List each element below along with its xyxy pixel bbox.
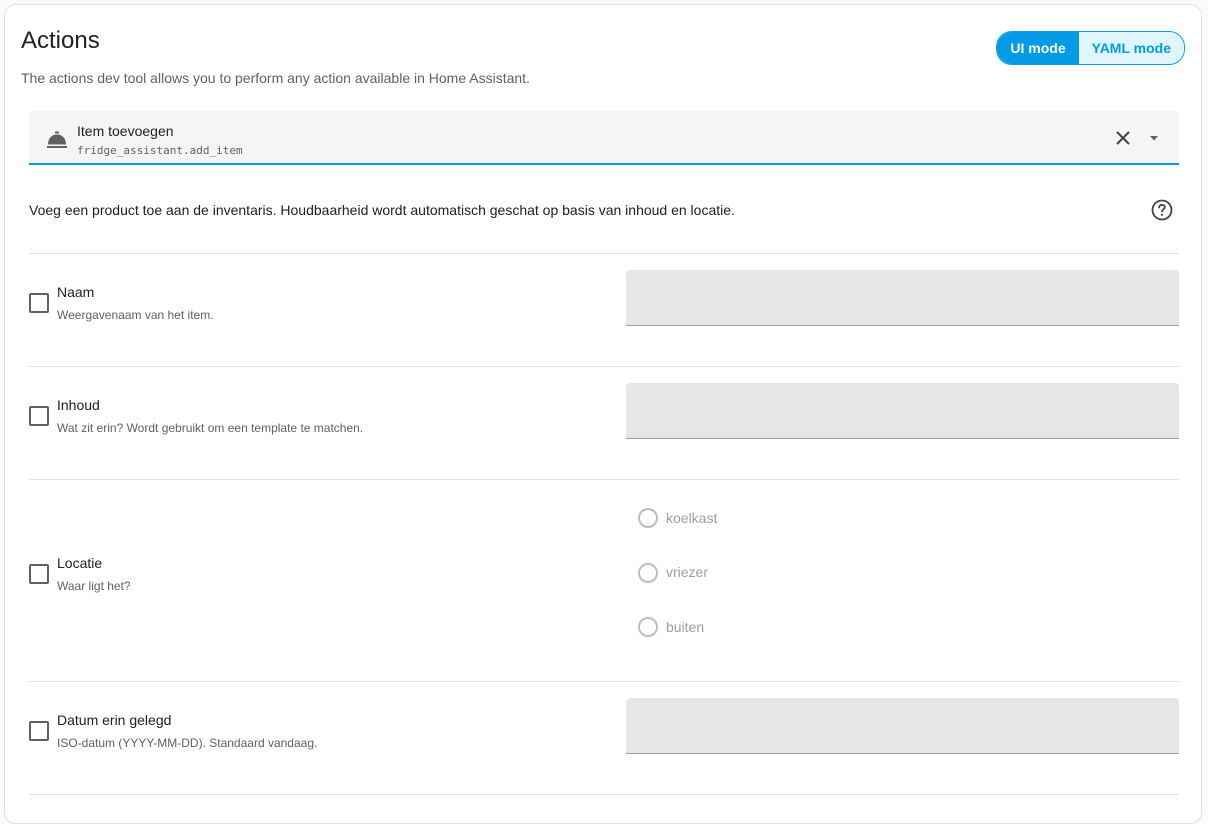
inhoud-checkbox[interactable] bbox=[29, 406, 49, 426]
radio-buiten[interactable] bbox=[638, 617, 658, 637]
radio-label-vriezer: vriezer bbox=[666, 564, 709, 580]
divider bbox=[29, 681, 1179, 682]
locatie-help: Waar ligt het? bbox=[57, 579, 131, 593]
room-service-icon bbox=[47, 131, 67, 148]
naam-help: Weergavenaam van het item. bbox=[57, 308, 214, 322]
naam-input[interactable] bbox=[626, 270, 1179, 326]
datum-input[interactable] bbox=[626, 698, 1179, 754]
naam-checkbox[interactable] bbox=[29, 293, 49, 313]
mode-toggle: UI mode YAML mode bbox=[996, 31, 1185, 65]
datum-help: ISO-datum (YYYY-MM-DD). Standaard vandaa… bbox=[57, 736, 318, 750]
action-name: Item toevoegen bbox=[77, 123, 174, 139]
close-icon[interactable] bbox=[1113, 128, 1133, 148]
divider bbox=[29, 366, 1179, 367]
datum-checkbox[interactable] bbox=[29, 721, 49, 741]
inhoud-label: Inhoud bbox=[57, 397, 100, 413]
yaml-mode-button[interactable]: YAML mode bbox=[1078, 32, 1184, 64]
page-subtitle: The actions dev tool allows you to perfo… bbox=[21, 70, 530, 86]
radio-koelkast[interactable] bbox=[638, 508, 658, 528]
page-title: Actions bbox=[21, 27, 100, 54]
caret-down-icon[interactable] bbox=[1147, 131, 1161, 145]
radio-vriezer[interactable] bbox=[638, 563, 658, 583]
action-description: Voeg een product toe aan de inventaris. … bbox=[29, 202, 735, 218]
datum-label: Datum erin gelegd bbox=[57, 712, 172, 728]
locatie-checkbox[interactable] bbox=[29, 564, 49, 584]
naam-label: Naam bbox=[57, 284, 95, 300]
actions-card: Actions The actions dev tool allows you … bbox=[4, 4, 1202, 824]
inhoud-help: Wat zit erin? Wordt gebruikt om een temp… bbox=[57, 421, 364, 435]
locatie-label: Locatie bbox=[57, 555, 103, 571]
radio-label-koelkast: koelkast bbox=[666, 510, 718, 526]
radio-label-buiten: buiten bbox=[666, 619, 705, 635]
help-circle-icon[interactable] bbox=[1151, 199, 1173, 221]
action-id: fridge_assistant.add_item bbox=[77, 144, 243, 157]
inhoud-input[interactable] bbox=[626, 383, 1179, 439]
action-select[interactable]: Item toevoegen fridge_assistant.add_item bbox=[29, 111, 1179, 165]
divider bbox=[29, 479, 1179, 480]
divider bbox=[29, 794, 1179, 795]
ui-mode-button[interactable]: UI mode bbox=[997, 32, 1079, 64]
divider bbox=[29, 253, 1179, 254]
